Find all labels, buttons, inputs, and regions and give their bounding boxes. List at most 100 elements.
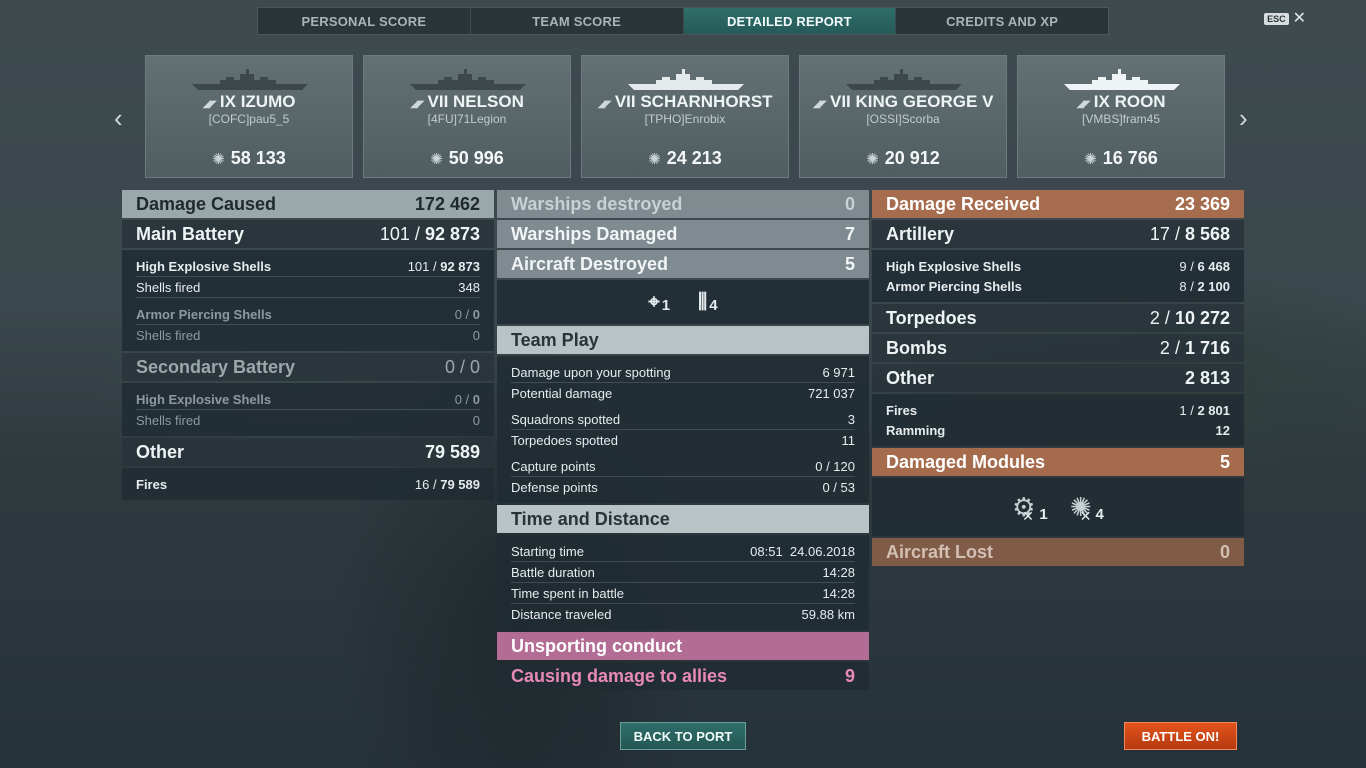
stat-row: Defense points 0 / 53 [511, 479, 855, 495]
tab-personal-score[interactable]: PERSONAL SCORE [258, 8, 471, 34]
other-received-details: Fires 1 / 2 801 Ramming 12 [872, 394, 1244, 446]
player-name: [COFC]pau5_5 [208, 112, 290, 126]
aircraft-destroyed-breakdown: ⌖ 1 ⫼ 4 [497, 280, 869, 324]
other-header: Other 79 589 [122, 438, 494, 466]
squadron-icon: ⫼ 4 [698, 290, 718, 314]
time-distance-header: Time and Distance [497, 505, 869, 533]
ship-card[interactable]: ◢◤ IX ROON [VMBS]fram45 ✺ 16 766 [1017, 55, 1225, 178]
stat-row: Armor Piercing Shells 0 / 0 [136, 304, 480, 325]
stat-row: High Explosive Shells 0 / 0 [136, 389, 480, 410]
warships-destroyed-header: Warships destroyed 0 [497, 190, 869, 218]
nation-flag-icon: ◢◤ [1076, 99, 1090, 110]
damage-dealt: ✺ 50 996 [430, 148, 504, 168]
aircraft-lost-header: Aircraft Lost 0 [872, 538, 1244, 566]
ship-silhouette-icon [628, 69, 744, 90]
damage-received-header: Damage Received 23 369 [872, 190, 1244, 218]
damage-dealt: ✺ 20 912 [866, 148, 940, 168]
main-battery-details: High Explosive Shells 101 / 92 873 Shell… [122, 250, 494, 351]
explosion-icon: ✺ [212, 151, 225, 168]
ship-card[interactable]: ◢◤ VII NELSON [4FU]71Legion ✺ 50 996 [363, 55, 571, 178]
damage-caused-header: Damage Caused 172 462 [122, 190, 494, 218]
main-battery-value: 101 / 92 873 [379, 223, 480, 244]
ship-name: ◢◤ VII KING GEORGE V [812, 92, 994, 111]
stat-row: Armor Piercing Shells 8 / 2 100 [886, 278, 1230, 294]
ship-silhouette-icon [192, 69, 308, 90]
team-play-details: Damage upon your spotting 6 971 Potential… [497, 356, 869, 503]
ship-name: ◢◤ IX ROON [1076, 92, 1166, 111]
aircraft-destroyed-header: Aircraft Destroyed 5 [497, 250, 869, 278]
ship-silhouette-icon [846, 69, 962, 90]
stat-row: Fires 16 / 79 589 [136, 476, 480, 492]
nation-flag-icon: ◢◤ [597, 99, 611, 110]
stat-row: High Explosive Shells 101 / 92 873 [136, 256, 480, 277]
other-details: Fires 16 / 79 589 [122, 468, 494, 500]
tab-bar: PERSONAL SCORE TEAM SCORE DETAILED REPOR… [257, 7, 1109, 35]
esc-key-label: ESC [1264, 13, 1289, 25]
chevron-left-icon[interactable]: ‹ [114, 103, 123, 134]
damage-caused-panel: Damage Caused 172 462 Main Battery 101 /… [122, 190, 494, 502]
kills-panel: Warships destroyed 0 Warships Damaged 7 Ai… [497, 190, 869, 692]
stat-row: High Explosive Shells 9 / 6 468 [886, 258, 1230, 274]
fighter-icon: ⌖ 1 [648, 290, 671, 314]
ship-name: ◢◤ IX IZUMO [202, 92, 296, 111]
tab-detailed-report[interactable]: DETAILED REPORT [683, 8, 897, 34]
nation-flag-icon: ◢◤ [202, 99, 217, 110]
nation-flag-icon: ◢◤ [410, 99, 424, 110]
damage-caused-value: 172 462 [414, 193, 480, 214]
turret-module-icon: ⚙ ✕ 1 [1012, 491, 1048, 524]
damage-caused-label: Damage Caused [136, 193, 277, 214]
close-icon: ✕ [1292, 10, 1306, 27]
battle-on-button[interactable]: BATTLE ON! [1124, 722, 1237, 750]
damage-dealt: ✺ 16 766 [1084, 148, 1158, 168]
explosion-icon: ✺ [866, 151, 879, 168]
main-battery-label: Main Battery [136, 223, 245, 244]
ally-damage-row: Causing damage to allies 9 [497, 662, 869, 690]
secondary-battery-header: Secondary Battery 0 / 0 [122, 353, 494, 381]
stat-row: Damage upon your spotting 6 971 [511, 362, 855, 383]
stat-row: Distance traveled 59.88 km [511, 606, 855, 622]
player-name: [TPHO]Enrobix [644, 112, 726, 126]
ship-name: ◢◤ VII NELSON [410, 92, 524, 111]
stat-row: Shells fired 0 [136, 327, 480, 343]
stat-row: Time spent in battle 14:28 [511, 583, 855, 604]
damage-received-panel: Damage Received 23 369 Artillery 17 / 8 5… [872, 190, 1244, 568]
stat-row: Capture points 0 / 120 [511, 456, 855, 477]
ship-carousel: ◢◤ IX IZUMO [COFC]pau5_5 ✺ 58 133 ◢◤ VII NELSO… [145, 55, 1225, 178]
player-name: [VMBS]fram45 [1081, 112, 1161, 126]
artillery-header: Artillery 17 / 8 568 [872, 220, 1244, 248]
tab-credits-and-xp[interactable]: CREDITS AND XP [896, 8, 1108, 34]
ship-name: ◢◤ VII SCHARNHORST [597, 92, 773, 111]
bombs-header: Bombs 2 / 1 716 [872, 334, 1244, 362]
stat-row: Ramming 12 [886, 422, 1230, 438]
ship-card[interactable]: ◢◤ VII KING GEORGE V [OSSI]Scorba ✺ 20 912 [799, 55, 1007, 178]
other-received-header: Other 2 813 [872, 364, 1244, 392]
damaged-modules-header: Damaged Modules 5 [872, 448, 1244, 476]
player-name: [OSSI]Scorba [866, 112, 940, 126]
secondary-battery-details: High Explosive Shells 0 / 0 Shells fired… [122, 383, 494, 436]
torpedoes-header: Torpedoes 2 / 10 272 [872, 304, 1244, 332]
stat-row: Squadrons spotted 3 [511, 409, 855, 430]
steering-module-icon: ✺ ✕ 4 [1069, 491, 1104, 524]
stat-row: Battle duration 14:28 [511, 562, 855, 583]
chevron-right-icon[interactable]: › [1239, 103, 1248, 134]
close-button[interactable]: ESC ✕ [1264, 10, 1306, 27]
main-battery-header: Main Battery 101 / 92 873 [122, 220, 494, 248]
ship-silhouette-icon [1064, 69, 1180, 90]
ship-card[interactable]: ◢◤ VII SCHARNHORST [TPHO]Enrobix ✺ 24 213 [581, 55, 789, 178]
back-to-port-button[interactable]: BACK TO PORT [620, 722, 746, 750]
damaged-modules-breakdown: ⚙ ✕ 1 ✺ ✕ 4 [872, 478, 1244, 536]
artillery-details: High Explosive Shells 9 / 6 468 Armor Pi… [872, 250, 1244, 302]
stat-row: Shells fired 0 [136, 412, 480, 428]
player-name: [4FU]71Legion [427, 112, 507, 126]
tab-team-score[interactable]: TEAM SCORE [471, 8, 684, 34]
stat-row: Starting time 08:51 24.06.2018 [511, 541, 855, 562]
explosion-icon: ✺ [1084, 151, 1097, 168]
ship-card[interactable]: ◢◤ IX IZUMO [COFC]pau5_5 ✺ 58 133 [145, 55, 353, 178]
stat-row: Shells fired 348 [136, 277, 480, 298]
time-distance-details: Starting time 08:51 24.06.2018 Battle dur… [497, 535, 869, 630]
explosion-icon: ✺ [648, 151, 661, 168]
stat-row: Potential damage 721 037 [511, 385, 855, 401]
explosion-icon: ✺ [430, 151, 443, 168]
ship-silhouette-icon [410, 69, 526, 90]
nation-flag-icon: ◢◤ [812, 99, 827, 110]
